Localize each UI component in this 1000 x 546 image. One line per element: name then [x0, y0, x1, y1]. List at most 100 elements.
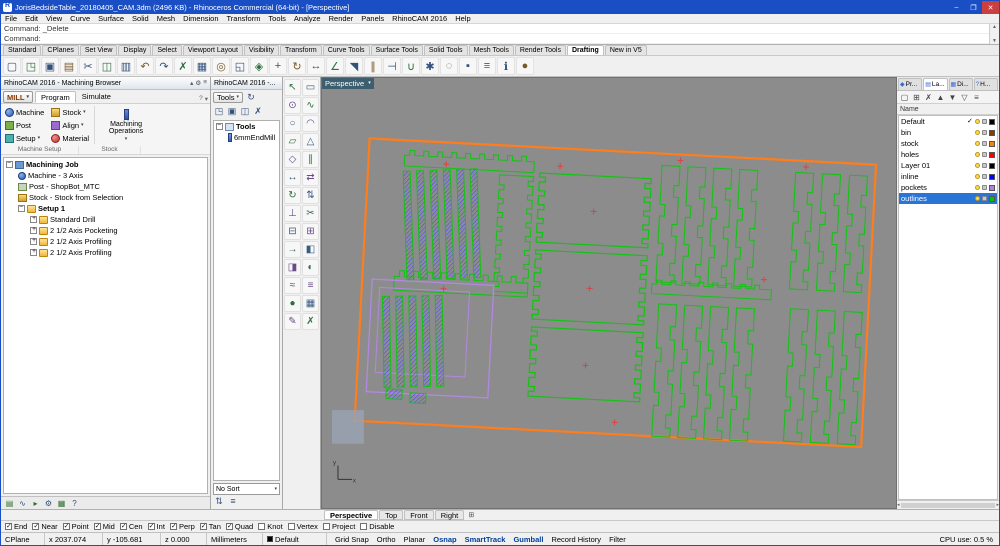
toolbar-tab[interactable]: Surface Tools	[370, 45, 423, 55]
tree-item-operation[interactable]: 2 1/2 Axis Pocketing	[4, 225, 207, 236]
layer-lock-icon[interactable]	[982, 196, 987, 201]
panel-tab[interactable]: ▦ Di...	[948, 78, 973, 90]
toolbar-tab[interactable]: Drafting	[566, 45, 604, 55]
checkbox-icon[interactable]	[322, 523, 330, 530]
command-prompt[interactable]: Command:	[1, 34, 999, 44]
panel-tab[interactable]: ◆ Pr...	[898, 78, 923, 90]
rotate-icon[interactable]: ∠	[326, 57, 344, 75]
lock-object-icon[interactable]: ▪	[459, 57, 477, 75]
tree-item-machine[interactable]: Machine - 3 Axis	[4, 170, 207, 181]
minimize-button[interactable]: –	[948, 1, 965, 14]
arc-tool-icon[interactable]: ◠	[302, 115, 319, 132]
toolbar-tab[interactable]: Viewport Layout	[182, 45, 243, 55]
viewport-tab[interactable]: Front	[404, 510, 434, 520]
checkbox-icon[interactable]	[119, 522, 127, 530]
sort-ascending-icon[interactable]: ⇅	[213, 495, 225, 507]
save-tool-library-icon[interactable]: ▣	[226, 105, 238, 117]
menu-item[interactable]: Solid	[128, 14, 153, 24]
status-toggle[interactable]: Filter	[605, 535, 630, 544]
rectangle-tool-icon[interactable]: ▱	[284, 133, 301, 150]
duplicate-tool-icon[interactable]: ◫	[239, 105, 251, 117]
panel-tab[interactable]: ? H...	[973, 78, 998, 90]
osnap-checkbox[interactable]: Disable	[360, 522, 394, 531]
open-tool-library-icon[interactable]: ◳	[213, 105, 225, 117]
menu-item[interactable]: Dimension	[179, 14, 222, 24]
layer-manager-icon[interactable]: ≡	[478, 57, 496, 75]
layer-visibility-icon[interactable]	[975, 185, 980, 190]
curve-tool-icon[interactable]: ∿	[302, 97, 319, 114]
toolbar-tab[interactable]: Transform	[280, 45, 322, 55]
panel-collapse-icon[interactable]: ▴	[190, 79, 193, 87]
expander-icon[interactable]	[6, 160, 13, 168]
ribbon-pin-icon[interactable]: ▾	[205, 95, 208, 103]
status-toggle[interactable]: Osnap	[429, 535, 460, 544]
scroll-down-icon[interactable]: ▼	[992, 38, 997, 44]
layer-lock-icon[interactable]	[982, 141, 987, 146]
checkbox-icon[interactable]	[169, 522, 177, 530]
osnap-checkbox[interactable]: Knot	[258, 522, 283, 531]
scroll-up-icon[interactable]: ▲	[992, 24, 997, 30]
viewport-canvas[interactable]: xy	[322, 78, 896, 508]
viewport-tab[interactable]: Right	[434, 510, 465, 520]
layer-row[interactable]: Layer 01	[899, 160, 997, 171]
tree-item-post[interactable]: Post - ShopBot_MTC	[4, 181, 207, 192]
explode-icon[interactable]: ✱	[421, 57, 439, 75]
polygon-tool-icon[interactable]: △	[302, 133, 319, 150]
redo-icon[interactable]: ↷	[155, 57, 173, 75]
status-toggle[interactable]: Gumball	[509, 535, 547, 544]
mirror-tool-icon[interactable]: ⊥	[284, 205, 301, 222]
expander-icon[interactable]	[30, 215, 37, 223]
scroll-right-icon[interactable]: ▸	[996, 502, 999, 508]
move-up-icon[interactable]: ▲	[935, 92, 946, 103]
trim-tool-icon[interactable]: ✂	[302, 205, 319, 222]
material-button[interactable]: Material	[49, 132, 91, 144]
toolpath-view-icon[interactable]: ∿	[17, 498, 28, 509]
checkbox-icon[interactable]	[147, 522, 155, 530]
layer-visibility-icon[interactable]	[975, 152, 980, 157]
refresh-tools-icon[interactable]: ↻	[245, 91, 257, 103]
scale-tool-icon[interactable]: ⇅	[302, 187, 319, 204]
toolbar-tab[interactable]: Visibility	[243, 45, 280, 55]
expander-icon[interactable]	[30, 248, 37, 256]
layer-visibility-icon[interactable]	[975, 141, 980, 146]
join-tool-icon[interactable]: ⊞	[302, 223, 319, 240]
layer-row[interactable]: pockets	[899, 182, 997, 193]
layer-row[interactable]: outlines	[899, 193, 997, 204]
viewport-title-dropdown[interactable]: Perspective	[322, 78, 374, 89]
layer-visibility-icon[interactable]	[975, 174, 980, 179]
new-sublayer-icon[interactable]: ⊞	[911, 92, 922, 103]
machine-setup-icon[interactable]: ⚙	[43, 498, 54, 509]
hide-object-icon[interactable]: ◌	[440, 57, 458, 75]
extend-tool-icon[interactable]: →	[284, 241, 301, 258]
checkbox-icon[interactable]	[5, 522, 12, 530]
new-file-icon[interactable]: ▢	[3, 57, 21, 75]
perspective-viewport[interactable]: Perspective xy	[321, 77, 897, 509]
join-icon[interactable]: ∪	[402, 57, 420, 75]
viewport-tab[interactable]: Top	[379, 510, 404, 520]
cplane-indicator[interactable]: CPlane	[1, 533, 45, 545]
checkbox-icon[interactable]	[287, 523, 295, 530]
mesh-tool-icon[interactable]: ▦	[302, 295, 319, 312]
delete-tool-icon[interactable]: ✗	[252, 105, 264, 117]
toolbar-tab[interactable]: Mesh Tools	[468, 45, 514, 55]
expander-icon[interactable]	[216, 122, 223, 130]
toolbar-tab[interactable]: Set View	[79, 45, 118, 55]
layer-visibility-icon[interactable]	[975, 119, 980, 124]
toolbar-tab[interactable]: Solid Tools	[423, 45, 468, 55]
new-viewport-tab-icon[interactable]: ⊞	[465, 510, 477, 520]
checkbox-icon[interactable]	[32, 522, 40, 530]
undo-icon[interactable]: ↶	[136, 57, 154, 75]
layer-lock-icon[interactable]	[982, 174, 987, 179]
tree-item-setup[interactable]: Setup 1	[4, 203, 207, 214]
delete-layer-icon[interactable]: ✗	[923, 92, 934, 103]
move-tool-icon[interactable]: ↔	[284, 169, 301, 186]
osnap-checkbox[interactable]: End	[5, 522, 27, 531]
select-all-icon[interactable]: ▦	[193, 57, 211, 75]
layer-row[interactable]: bin	[899, 127, 997, 138]
mirror-icon[interactable]: ∥	[364, 57, 382, 75]
toolbar-tab[interactable]: Display	[118, 45, 152, 55]
layer-visibility-icon[interactable]	[975, 196, 980, 201]
status-toggle[interactable]: SmartTrack	[461, 535, 510, 544]
rotate-view-icon[interactable]: ↻	[288, 57, 306, 75]
copy-tool-icon[interactable]: ⇄	[302, 169, 319, 186]
